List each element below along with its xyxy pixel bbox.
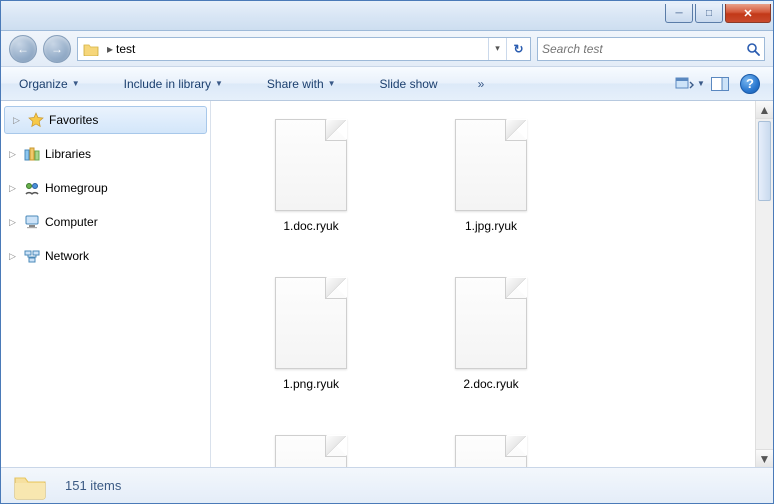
vertical-scrollbar[interactable]: ▲ ▼ bbox=[755, 101, 773, 467]
file-icon bbox=[275, 435, 347, 467]
file-grid[interactable]: 1.doc.ryuk 1.jpg.ryuk 1.png.ryuk 2.doc.r… bbox=[211, 101, 755, 467]
back-arrow-icon: ← bbox=[17, 42, 29, 56]
chevron-down-icon: ▼ bbox=[759, 452, 771, 466]
expand-icon[interactable]: ▷ bbox=[9, 149, 19, 160]
scroll-thumb[interactable] bbox=[758, 121, 771, 201]
computer-icon bbox=[23, 214, 41, 230]
sidebar-item-network[interactable]: ▷ Network bbox=[1, 242, 210, 270]
sidebar-item-computer[interactable]: ▷ Computer bbox=[1, 208, 210, 236]
sidebar-item-homegroup[interactable]: ▷ Homegroup bbox=[1, 174, 210, 202]
file-item[interactable]: 1.jpg.ryuk bbox=[411, 115, 571, 265]
file-icon bbox=[275, 277, 347, 369]
sidebar-item-label: Network bbox=[45, 249, 89, 263]
close-icon: ✕ bbox=[743, 7, 752, 20]
chevron-right-icon: ▸ bbox=[104, 42, 116, 56]
search-input[interactable] bbox=[542, 42, 746, 56]
preview-pane-icon bbox=[711, 77, 729, 91]
file-item[interactable]: 2.doc.ryuk bbox=[411, 273, 571, 423]
search-box[interactable] bbox=[537, 37, 765, 61]
network-icon bbox=[23, 248, 41, 264]
chevron-right-icon: » bbox=[478, 77, 485, 91]
scroll-up-button[interactable]: ▲ bbox=[756, 101, 773, 119]
chevron-down-icon: ▼ bbox=[215, 79, 223, 88]
file-icon bbox=[455, 119, 527, 211]
maximize-button[interactable]: □ bbox=[695, 4, 723, 23]
chevron-down-icon: ▼ bbox=[328, 79, 336, 88]
back-button[interactable]: ← bbox=[9, 35, 37, 63]
navigation-pane: ▷ Favorites ▷ Libraries ▷ Homegroup ▷ Co… bbox=[1, 101, 211, 467]
file-name: 1.png.ryuk bbox=[283, 377, 339, 391]
sidebar-item-favorites[interactable]: ▷ Favorites bbox=[4, 106, 207, 134]
view-icon bbox=[675, 76, 695, 92]
help-icon: ? bbox=[740, 74, 760, 94]
chevron-up-icon: ▲ bbox=[759, 103, 771, 117]
chevron-down-icon: ▾ bbox=[495, 43, 500, 54]
file-icon bbox=[455, 277, 527, 369]
maximize-icon: □ bbox=[706, 8, 712, 19]
file-item[interactable]: 1.png.ryuk bbox=[231, 273, 391, 423]
file-name: 1.jpg.ryuk bbox=[465, 219, 517, 233]
folder-icon bbox=[82, 41, 100, 57]
refresh-button[interactable]: ↻ bbox=[506, 38, 530, 60]
sidebar-item-label: Homegroup bbox=[45, 181, 108, 195]
forward-button[interactable]: → bbox=[43, 35, 71, 63]
window-buttons: ─ □ ✕ bbox=[665, 4, 771, 23]
scroll-down-button[interactable]: ▼ bbox=[756, 449, 773, 467]
file-icon bbox=[275, 119, 347, 211]
file-name: 1.doc.ryuk bbox=[283, 219, 338, 233]
preview-pane-button[interactable] bbox=[707, 73, 733, 95]
expand-icon[interactable]: ▷ bbox=[13, 115, 23, 126]
chevron-down-icon: ▼ bbox=[697, 79, 705, 88]
status-bar: 151 items bbox=[1, 467, 773, 503]
address-dropdown[interactable]: ▾ bbox=[488, 38, 506, 60]
file-item[interactable]: 1.doc.ryuk bbox=[231, 115, 391, 265]
scroll-track[interactable] bbox=[756, 203, 773, 449]
sidebar-item-libraries[interactable]: ▷ Libraries bbox=[1, 140, 210, 168]
expand-icon[interactable]: ▷ bbox=[9, 183, 19, 194]
share-label: Share with bbox=[267, 77, 324, 91]
status-item-count: 151 items bbox=[65, 478, 121, 493]
expand-icon[interactable]: ▷ bbox=[9, 251, 19, 262]
homegroup-icon bbox=[23, 180, 41, 196]
sidebar-item-label: Favorites bbox=[49, 113, 98, 127]
file-item[interactable]: 2.jpg.ryuk bbox=[231, 431, 391, 467]
sidebar-item-label: Computer bbox=[45, 215, 98, 229]
share-with-menu[interactable]: Share with ▼ bbox=[259, 73, 344, 95]
body: ▷ Favorites ▷ Libraries ▷ Homegroup ▷ Co… bbox=[1, 101, 773, 467]
refresh-icon: ↻ bbox=[513, 42, 523, 56]
minimize-button[interactable]: ─ bbox=[665, 4, 693, 23]
forward-arrow-icon: → bbox=[51, 42, 63, 56]
slide-show-button[interactable]: Slide show bbox=[372, 73, 446, 95]
organize-label: Organize bbox=[19, 77, 68, 91]
view-options-button[interactable]: ▼ bbox=[677, 73, 703, 95]
minimize-icon: ─ bbox=[675, 8, 682, 19]
include-in-library-menu[interactable]: Include in library ▼ bbox=[116, 73, 231, 95]
breadcrumb-test[interactable]: test bbox=[116, 42, 135, 56]
nav-row: ← → ▸ test ▾ ↻ bbox=[1, 31, 773, 67]
search-icon bbox=[746, 42, 760, 56]
star-icon bbox=[27, 112, 45, 128]
organize-menu[interactable]: Organize ▼ bbox=[11, 73, 88, 95]
file-item[interactable]: 2.png.ryuk bbox=[411, 431, 571, 467]
include-label: Include in library bbox=[124, 77, 211, 91]
expand-icon[interactable]: ▷ bbox=[9, 217, 19, 228]
toolbar: Organize ▼ Include in library ▼ Share with… bbox=[1, 67, 773, 101]
libraries-icon bbox=[23, 146, 41, 162]
close-button[interactable]: ✕ bbox=[725, 4, 771, 23]
slideshow-label: Slide show bbox=[380, 77, 438, 91]
file-name: 2.doc.ryuk bbox=[463, 377, 518, 391]
sidebar-item-label: Libraries bbox=[45, 147, 91, 161]
folder-icon bbox=[13, 472, 47, 500]
help-button[interactable]: ? bbox=[737, 73, 763, 95]
titlebar: ─ □ ✕ bbox=[1, 1, 773, 31]
toolbar-overflow[interactable]: » bbox=[474, 77, 489, 91]
file-icon bbox=[455, 435, 527, 467]
chevron-down-icon: ▼ bbox=[72, 79, 80, 88]
address-bar[interactable]: ▸ test ▾ ↻ bbox=[77, 37, 531, 61]
content-area: 1.doc.ryuk 1.jpg.ryuk 1.png.ryuk 2.doc.r… bbox=[211, 101, 773, 467]
